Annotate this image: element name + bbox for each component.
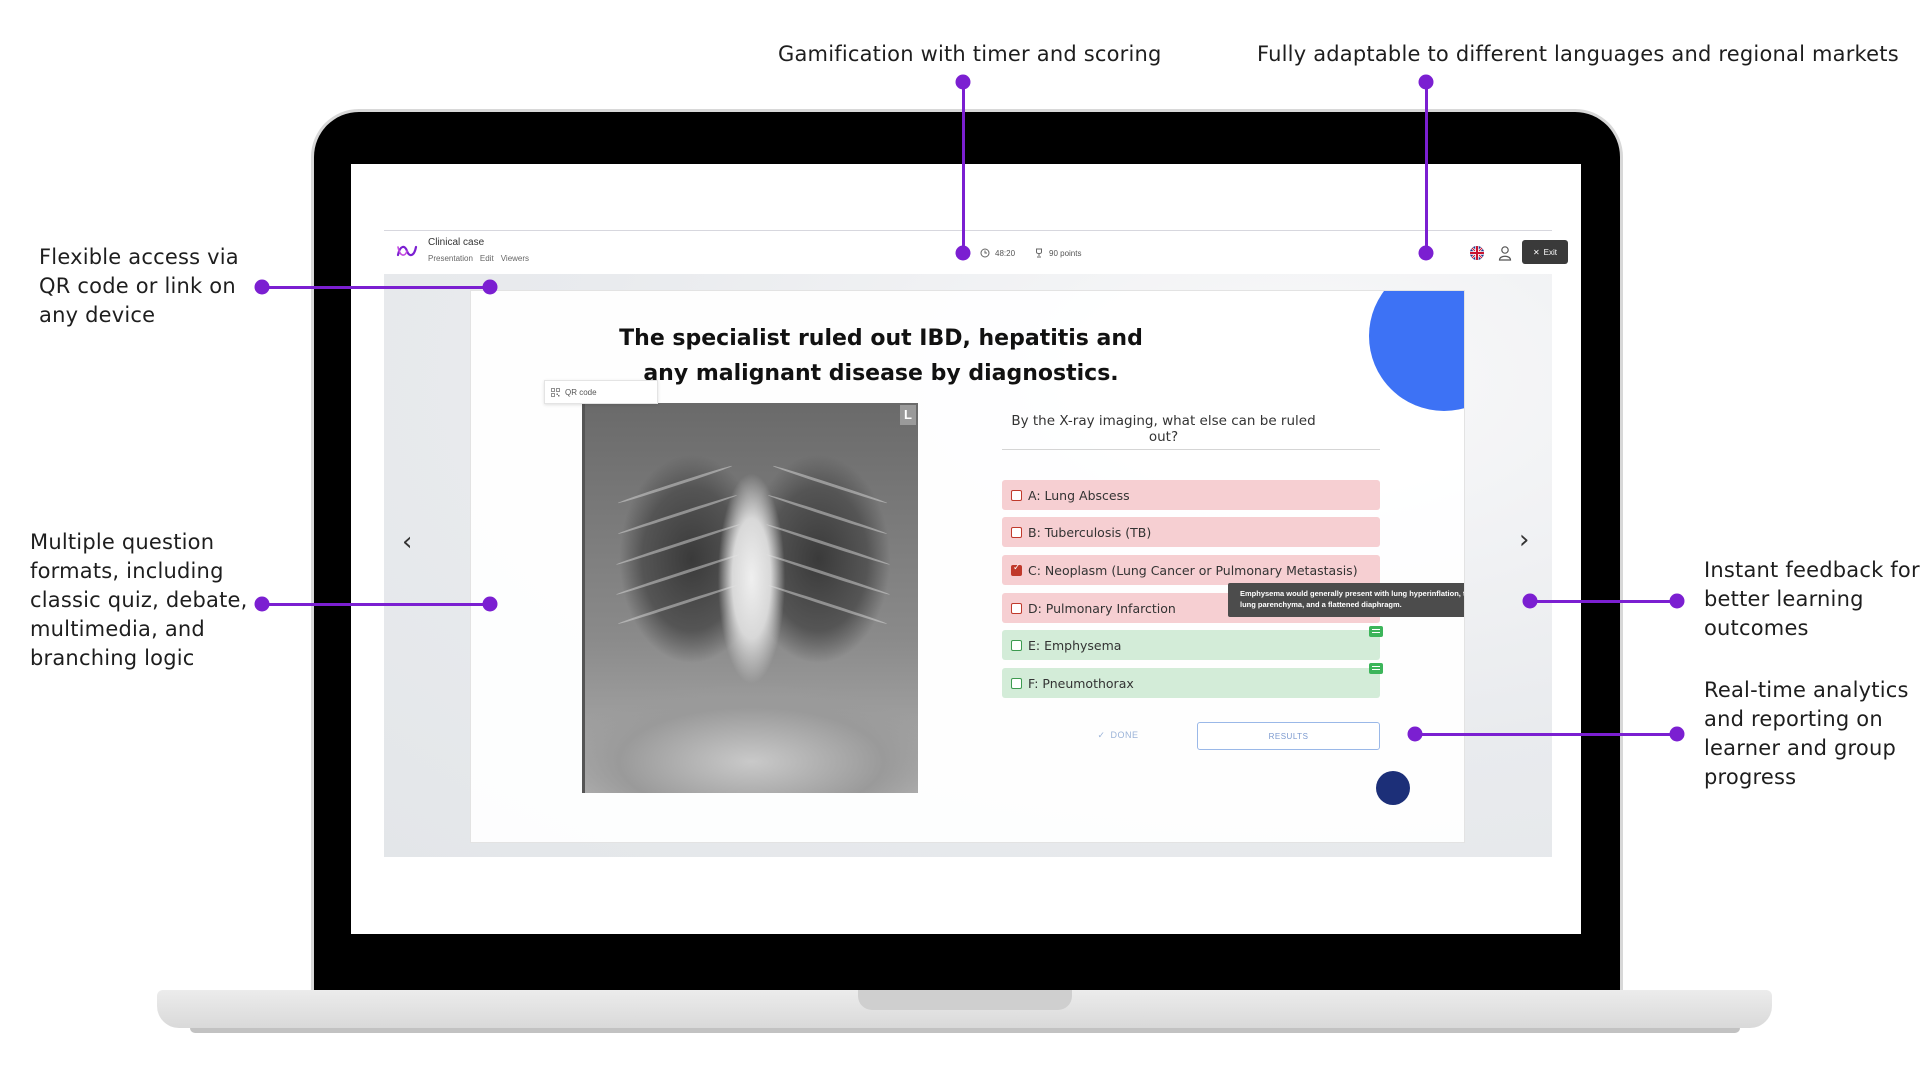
checkbox-checked[interactable] (1011, 563, 1022, 576)
connector-line (262, 603, 490, 606)
connector-line (1425, 82, 1428, 252)
clock-icon (980, 248, 990, 258)
menu-edit[interactable]: Edit (480, 254, 494, 263)
chevron-right-icon[interactable]: › (1519, 525, 1529, 555)
checkbox[interactable] (1011, 526, 1022, 538)
callout-analytics-line: progress (1704, 765, 1797, 789)
answer-option-e[interactable]: E: Emphysema (1002, 630, 1380, 660)
done-button[interactable]: ✓ DONE (1063, 722, 1173, 748)
menu-viewers[interactable]: Viewers (501, 254, 529, 263)
callout-formats: Multiple question formats, including cla… (30, 528, 248, 673)
logo-icon[interactable] (396, 243, 418, 259)
xray-side-marker: L (900, 405, 916, 425)
checkbox[interactable] (1011, 639, 1022, 651)
top-menu: Presentation Edit Viewers (428, 254, 529, 263)
results-button[interactable]: RESULTS (1197, 722, 1380, 750)
decorative-blue-circle (1369, 291, 1464, 411)
exit-label: Exit (1543, 247, 1558, 257)
slide: The specialist ruled out IBD, hepatitis … (470, 290, 1465, 843)
close-icon: ✕ (1532, 247, 1540, 257)
menu-presentation[interactable]: Presentation (428, 254, 473, 263)
chevron-left-icon[interactable]: ‹ (402, 527, 412, 557)
qr-label: QR code (565, 387, 597, 397)
connector-dot (1407, 726, 1423, 742)
callout-formats-line: branching logic (30, 646, 195, 670)
timer-value: 48:20 (995, 248, 1016, 258)
callout-gamification: Gamification with timer and scoring (778, 42, 1162, 66)
callout-access: Flexible access via QR code or link on a… (39, 243, 239, 330)
callout-languages: Fully adaptable to different languages a… (1257, 42, 1899, 66)
answer-label: D: Pulmonary Infarction (1028, 600, 1176, 616)
score: 90 points (1034, 248, 1081, 258)
connector-dot (254, 279, 270, 295)
laptop-base-shadow (190, 1028, 1740, 1033)
laptop-screen: Clinical case Presentation Edit Viewers … (351, 164, 1581, 934)
done-label: DONE (1110, 730, 1139, 740)
answer-label: F: Pneumothorax (1028, 675, 1134, 691)
connector-dot (1418, 74, 1434, 90)
points-value: 90 points (1049, 248, 1082, 258)
callout-analytics-line: and reporting on (1704, 707, 1883, 731)
checkbox[interactable] (1011, 602, 1022, 614)
decorative-navy-dot (1376, 771, 1410, 805)
connector-dot (1522, 593, 1538, 609)
callout-formats-line: classic quiz, debate, (30, 588, 248, 612)
qr-code-menu-item[interactable]: QR code (544, 380, 658, 404)
feedback-tooltip: Emphysema would generally present with l… (1228, 583, 1464, 617)
callout-analytics-line: Real-time analytics (1704, 678, 1909, 702)
qr-icon (551, 387, 560, 397)
connector-line (1415, 733, 1677, 736)
timer: 48:20 (980, 248, 1015, 258)
check-icon: ✓ (1097, 729, 1106, 740)
callout-analytics: Real-time analytics and reporting on lea… (1704, 676, 1909, 792)
exit-button[interactable]: ✕ Exit (1522, 240, 1568, 264)
checkbox[interactable] (1011, 677, 1022, 689)
answer-label: E: Emphysema (1028, 637, 1122, 653)
callout-access-line: any device (39, 303, 156, 327)
callout-formats-line: Multiple question (30, 530, 215, 554)
answer-option-b[interactable]: B: Tuberculosis (TB) (1002, 517, 1380, 547)
comment-icon[interactable] (1369, 626, 1383, 637)
callout-feedback-line: outcomes (1704, 616, 1809, 640)
answer-option-f[interactable]: F: Pneumothorax (1002, 668, 1380, 698)
connector-dot (482, 596, 498, 612)
slide-headline: The specialist ruled out IBD, hepatitis … (619, 326, 1143, 386)
uk-flag-icon[interactable] (1470, 246, 1484, 260)
connector-dot (1418, 245, 1434, 261)
checkbox[interactable] (1011, 489, 1022, 501)
connector-dot (955, 245, 971, 261)
connector-line (962, 82, 965, 252)
question-divider (1002, 449, 1380, 450)
user-icon[interactable] (1498, 245, 1512, 261)
connector-dot (1669, 593, 1685, 609)
callout-feedback-line: Instant feedback for (1704, 558, 1920, 582)
connector-dot (254, 596, 270, 612)
slide-stage: ‹ › The specialist ruled out IBD, hepati… (384, 274, 1552, 857)
case-title: Clinical case (428, 237, 485, 248)
answer-option-a[interactable]: A: Lung Abscess (1002, 480, 1380, 510)
connector-dot (955, 74, 971, 90)
callout-access-line: Flexible access via (39, 245, 239, 269)
laptop-notch (858, 990, 1072, 1010)
callout-formats-line: formats, including (30, 559, 224, 583)
connector-dot (482, 279, 498, 295)
callout-formats-line: multimedia, and (30, 617, 205, 641)
callout-analytics-line: learner and group (1704, 736, 1897, 760)
connector-line (262, 286, 490, 289)
connector-dot (1669, 726, 1685, 742)
callout-access-line: QR code or link on (39, 274, 236, 298)
answer-option-c[interactable]: C: Neoplasm (Lung Cancer or Pulmonary Me… (1002, 555, 1380, 585)
connector-line (1530, 600, 1677, 603)
answer-label: C: Neoplasm (Lung Cancer or Pulmonary Me… (1028, 562, 1358, 578)
callout-feedback-line: better learning (1704, 587, 1864, 611)
answer-label: B: Tuberculosis (TB) (1028, 524, 1152, 540)
comment-icon[interactable] (1369, 663, 1383, 674)
answer-label: A: Lung Abscess (1028, 487, 1130, 503)
trophy-icon (1036, 248, 1042, 258)
chest-xray-image: L (582, 403, 918, 793)
callout-feedback: Instant feedback for better learning out… (1704, 556, 1920, 643)
question-text: By the X-ray imaging, what else can be r… (1011, 413, 1316, 445)
